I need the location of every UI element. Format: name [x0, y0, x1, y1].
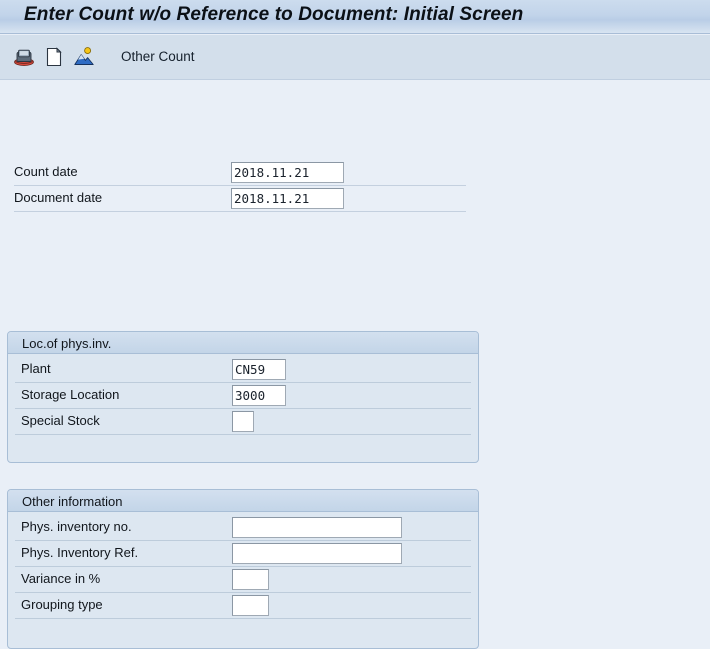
group-body-other-information: Phys. inventory no. Phys. Inventory Ref.…: [8, 512, 478, 619]
other-count-button[interactable]: Other Count: [121, 49, 195, 64]
count-date-input[interactable]: 2018.11.21: [231, 162, 344, 183]
plant-label: Plant: [21, 361, 51, 376]
field-row-special-stock: Special Stock: [8, 409, 478, 435]
field-row-count-date: Count date 2018.11.21: [0, 160, 480, 186]
phys-inventory-no-label: Phys. inventory no.: [21, 519, 132, 534]
storage-location-input[interactable]: 3000: [232, 385, 286, 406]
group-box-other-information: Other information Phys. inventory no. Ph…: [7, 489, 479, 649]
special-stock-input[interactable]: [232, 411, 254, 432]
phys-inventory-no-input[interactable]: [232, 517, 402, 538]
page-title: Enter Count w/o Reference to Document: I…: [24, 4, 524, 25]
field-row-plant: Plant CN59: [8, 357, 478, 383]
field-row-document-date: Document date 2018.11.21: [0, 186, 480, 212]
group-header-location: Loc.of phys.inv.: [8, 332, 478, 354]
new-document-icon[interactable]: [42, 45, 66, 69]
group-title-location: Loc.of phys.inv.: [22, 336, 112, 351]
picture-icon[interactable]: [72, 45, 96, 69]
save-icon[interactable]: [12, 45, 36, 69]
grouping-type-input[interactable]: [232, 595, 269, 616]
application-toolbar: Other Count: [0, 35, 710, 80]
plant-input[interactable]: CN59: [232, 359, 286, 380]
row-separator: [14, 211, 466, 212]
count-date-label: Count date: [14, 164, 78, 179]
variance-in-percent-label: Variance in %: [21, 571, 101, 586]
row-separator: [15, 618, 471, 619]
phys-inventory-ref-input[interactable]: [232, 543, 402, 564]
field-row-grouping-type: Grouping type: [8, 593, 478, 619]
variance-in-percent-input[interactable]: [232, 569, 269, 590]
field-row-phys-inventory-ref: Phys. Inventory Ref.: [8, 541, 478, 567]
document-date-input[interactable]: 2018.11.21: [231, 188, 344, 209]
top-fields-section: Count date 2018.11.21 Document date 2018…: [0, 160, 480, 212]
row-separator: [15, 434, 471, 435]
field-row-storage-location: Storage Location 3000: [8, 383, 478, 409]
group-box-location-of-physical-inventory: Loc.of phys.inv. Plant CN59 Storage Loca…: [7, 331, 479, 463]
grouping-type-label: Grouping type: [21, 597, 103, 612]
group-header-other-information: Other information: [8, 490, 478, 512]
field-row-variance-in-percent: Variance in %: [8, 567, 478, 593]
phys-inventory-ref-label: Phys. Inventory Ref.: [21, 545, 139, 560]
special-stock-label: Special Stock: [21, 413, 100, 428]
document-date-label: Document date: [14, 190, 103, 205]
field-row-phys-inventory-no: Phys. inventory no.: [8, 515, 478, 541]
window-title-bar: Enter Count w/o Reference to Document: I…: [0, 0, 710, 34]
group-body-location: Plant CN59 Storage Location 3000 Special…: [8, 354, 478, 435]
group-title-other-information: Other information: [22, 494, 123, 509]
storage-location-label: Storage Location: [21, 387, 120, 402]
main-content: Count date 2018.11.21 Document date 2018…: [0, 81, 710, 649]
